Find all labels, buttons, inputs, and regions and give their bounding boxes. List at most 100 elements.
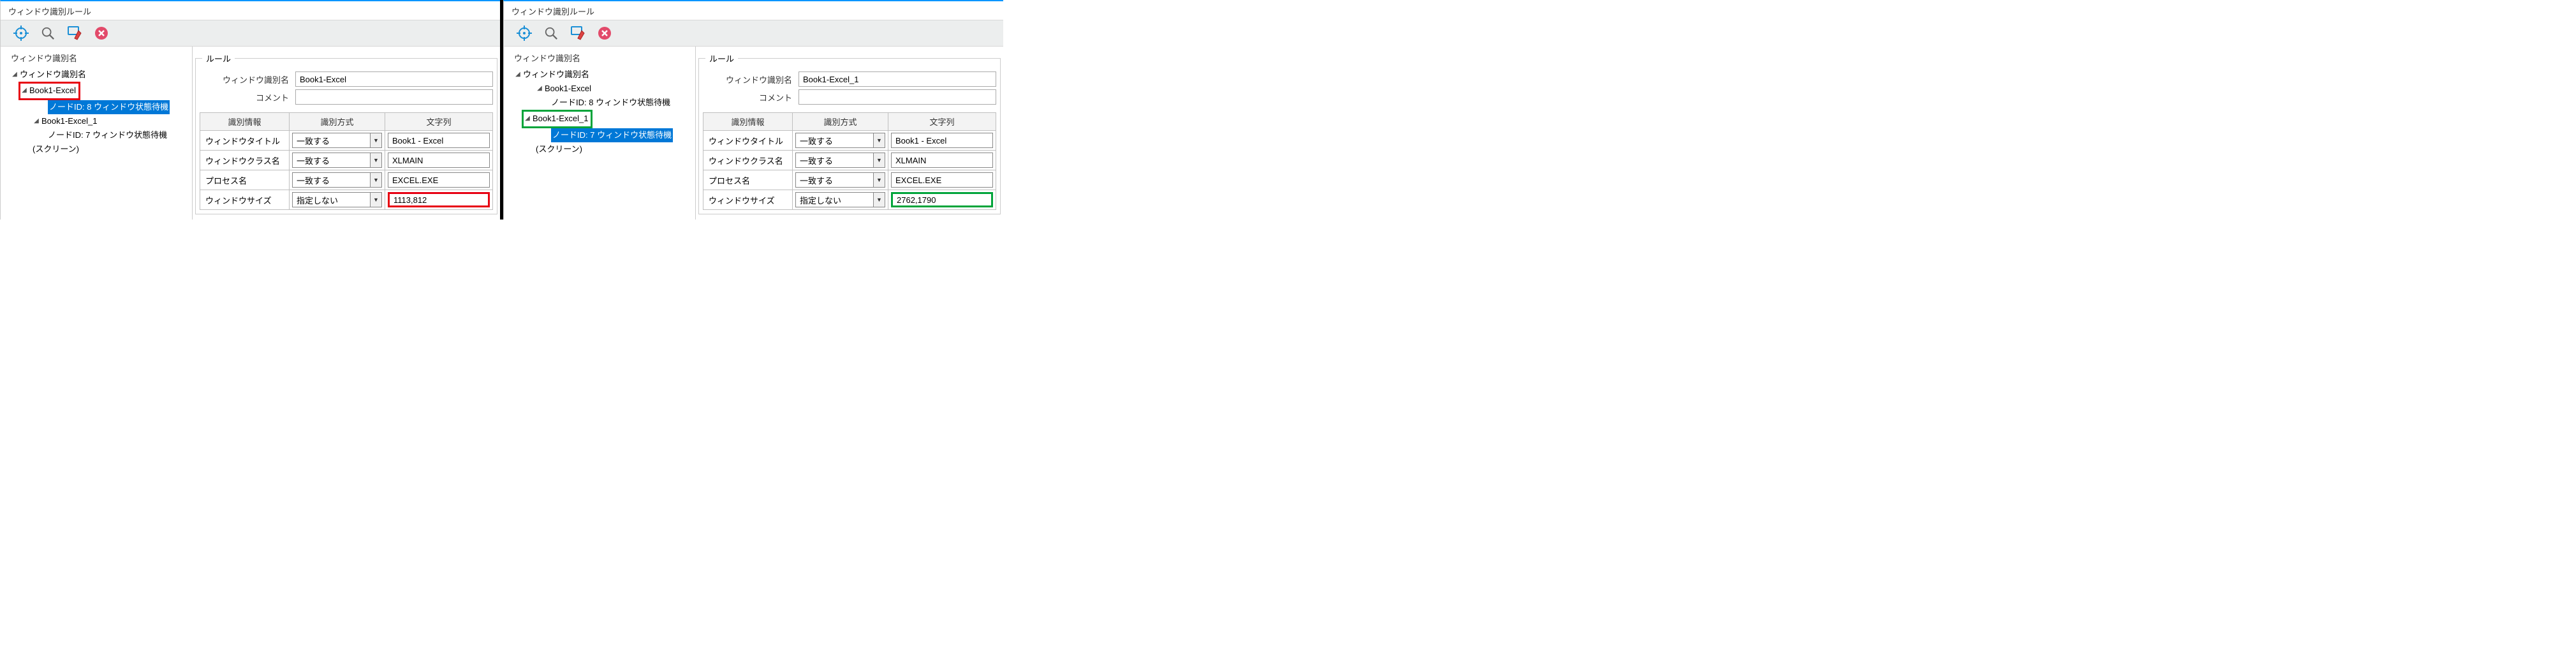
row-label: ウィンドウサイズ: [200, 190, 290, 210]
tree-node-8[interactable]: ノードID: 8 ウィンドウ状態待機: [514, 96, 695, 110]
chevron-down-icon: ▼: [370, 133, 381, 147]
rule-grid: 識別情報 識別方式 文字列 ウィンドウタイトル 一致する ▼: [703, 112, 996, 210]
tree-root-label: ウィンドウ識別名: [20, 68, 86, 82]
caret-icon: ◢: [33, 114, 40, 128]
tree-item-screen[interactable]: (スクリーン): [514, 142, 695, 156]
row-label: ウィンドウクラス名: [200, 151, 290, 170]
grid-row-title: ウィンドウタイトル 一致する ▼ Book1 - Excel: [703, 131, 996, 151]
window-name-input[interactable]: [295, 71, 493, 87]
process-value[interactable]: EXCEL.EXE: [891, 172, 993, 188]
chevron-down-icon: ▼: [873, 193, 885, 207]
combo-nospec[interactable]: 指定しない ▼: [795, 192, 885, 207]
tree-root[interactable]: ◢ ウィンドウ識別名: [11, 68, 192, 82]
target-icon[interactable]: [13, 26, 29, 41]
tree-item-label: Book1-Excel_1: [533, 112, 588, 126]
rule-heading: ルール: [202, 52, 235, 64]
tree-node-label: ノードID: 8 ウィンドウ状態待機: [551, 96, 670, 110]
caret-icon: ◢: [524, 112, 531, 126]
caret-icon: ◢: [11, 68, 18, 82]
grid-col2: 識別方式: [290, 113, 385, 131]
size-value[interactable]: 2762,1790: [891, 192, 993, 207]
comment-input[interactable]: [295, 89, 493, 105]
tree-item-book1-1[interactable]: ◢ Book1-Excel_1: [514, 110, 695, 128]
chevron-down-icon: ▼: [873, 133, 885, 147]
tree-item-label: (スクリーン): [33, 142, 79, 156]
grid-row-size: ウィンドウサイズ 指定しない ▼ 2762,1790: [703, 190, 996, 210]
caret-icon: ◢: [514, 68, 522, 82]
tree-item-book1[interactable]: ◢ Book1-Excel: [11, 82, 192, 100]
tree-root[interactable]: ◢ ウィンドウ識別名: [514, 68, 695, 82]
tree-item-label: Book1-Excel: [545, 82, 591, 96]
grid-row-size: ウィンドウサイズ 指定しない ▼ 1113,812: [200, 190, 493, 210]
row-label: ウィンドウタイトル: [703, 131, 793, 151]
tree-root-label: ウィンドウ識別名: [523, 68, 589, 82]
chevron-down-icon: ▼: [873, 153, 885, 167]
grid-col3: 文字列: [385, 113, 493, 131]
window-title: ウィンドウ識別ルール: [1, 1, 500, 20]
window-name-label: ウィンドウ識別名: [200, 73, 295, 86]
row-label: ウィンドウクラス名: [703, 151, 793, 170]
tree-heading: ウィンドウ識別名: [514, 52, 695, 64]
combo-match[interactable]: 一致する ▼: [795, 133, 885, 148]
combo-match[interactable]: 一致する ▼: [292, 153, 382, 168]
grid-col3: 文字列: [888, 113, 996, 131]
right-pane: ウィンドウ識別ルール ウィンドウ識別名 ◢ ウィンドウ識別名 ◢ Boo: [503, 0, 1003, 220]
window-name-label: ウィンドウ識別名: [703, 73, 799, 86]
class-value[interactable]: XLMAIN: [388, 153, 490, 168]
tree-node-label: ノードID: 7 ウィンドウ状態待機: [551, 128, 673, 142]
tree-item-label: Book1-Excel_1: [41, 114, 97, 128]
chevron-down-icon: ▼: [370, 173, 381, 187]
grid-row-class: ウィンドウクラス名 一致する ▼ XLMAIN: [703, 151, 996, 170]
title-value[interactable]: Book1 - Excel: [891, 133, 993, 148]
left-pane: ウィンドウ識別ルール ウィンドウ識別名 ◢ ウィンドウ識別名: [0, 0, 500, 220]
comment-input[interactable]: [799, 89, 996, 105]
row-label: プロセス名: [703, 170, 793, 190]
chevron-down-icon: ▼: [873, 173, 885, 187]
combo-nospec[interactable]: 指定しない ▼: [292, 192, 382, 207]
paint-icon[interactable]: [570, 26, 585, 41]
tree-node-label: ノードID: 7 ウィンドウ状態待機: [48, 128, 167, 142]
tree-panel: ウィンドウ識別名 ◢ ウィンドウ識別名 ◢ Book1-Excel ノードID:…: [1, 47, 192, 220]
search-icon[interactable]: [543, 26, 559, 41]
tree-item-book1-1[interactable]: ◢ Book1-Excel_1: [11, 114, 192, 128]
tree-node-7[interactable]: ノードID: 7 ウィンドウ状態待機: [11, 128, 192, 142]
combo-match[interactable]: 一致する ▼: [795, 153, 885, 168]
chevron-down-icon: ▼: [370, 153, 381, 167]
grid-row-class: ウィンドウクラス名 一致する ▼ XLMAIN: [200, 151, 493, 170]
grid-col2: 識別方式: [793, 113, 888, 131]
window-title: ウィンドウ識別ルール: [504, 1, 1003, 20]
grid-row-process: プロセス名 一致する ▼ EXCEL.EXE: [200, 170, 493, 190]
caret-icon: ◢: [536, 82, 543, 96]
grid-col1: 識別情報: [703, 113, 793, 131]
chevron-down-icon: ▼: [370, 193, 381, 207]
window-name-input[interactable]: [799, 71, 996, 87]
close-icon[interactable]: [597, 26, 612, 41]
grid-col1: 識別情報: [200, 113, 290, 131]
close-icon[interactable]: [94, 26, 109, 41]
tree-node-label: ノードID: 8 ウィンドウ状態待機: [48, 100, 170, 114]
caret-icon: ◢: [20, 84, 28, 98]
class-value[interactable]: XLMAIN: [891, 153, 993, 168]
search-icon[interactable]: [40, 26, 55, 41]
tree-panel: ウィンドウ識別名 ◢ ウィンドウ識別名 ◢ Book1-Excel ノードID:…: [504, 47, 695, 220]
row-label: ウィンドウサイズ: [703, 190, 793, 210]
tree-item-book1[interactable]: ◢ Book1-Excel: [514, 82, 695, 96]
tree-node-8[interactable]: ノードID: 8 ウィンドウ状態待機: [11, 100, 192, 114]
toolbar: [1, 20, 500, 47]
target-icon[interactable]: [517, 26, 532, 41]
title-value[interactable]: Book1 - Excel: [388, 133, 490, 148]
tree-item-screen[interactable]: (スクリーン): [11, 142, 192, 156]
combo-match[interactable]: 一致する ▼: [292, 133, 382, 148]
tree-item-label: (スクリーン): [536, 142, 582, 156]
size-value[interactable]: 1113,812: [388, 192, 490, 207]
process-value[interactable]: EXCEL.EXE: [388, 172, 490, 188]
rule-grid: 識別情報 識別方式 文字列 ウィンドウタイトル 一致する ▼: [200, 112, 493, 210]
row-label: プロセス名: [200, 170, 290, 190]
paint-icon[interactable]: [67, 26, 82, 41]
combo-match[interactable]: 一致する ▼: [795, 172, 885, 188]
row-label: ウィンドウタイトル: [200, 131, 290, 151]
combo-match[interactable]: 一致する ▼: [292, 172, 382, 188]
tree-node-7[interactable]: ノードID: 7 ウィンドウ状態待機: [514, 128, 695, 142]
tree-heading: ウィンドウ識別名: [11, 52, 192, 64]
tree-item-label: Book1-Excel: [29, 84, 76, 98]
